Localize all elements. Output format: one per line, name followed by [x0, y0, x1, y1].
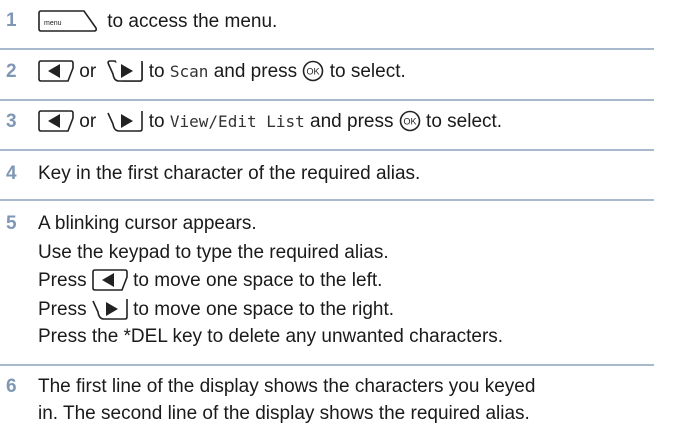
ok-key-icon: OK	[399, 110, 421, 139]
svg-text:OK: OK	[307, 67, 320, 77]
right-arrow-key-icon	[92, 298, 128, 327]
divider	[0, 199, 654, 201]
step-6-line-1: The first line of the display shows the …	[38, 376, 536, 397]
to-text: to	[148, 111, 165, 132]
step-text: to access the menu.	[107, 11, 278, 32]
divider	[0, 149, 654, 151]
left-arrow-key-icon	[38, 60, 74, 89]
step-number: 5	[6, 213, 17, 234]
step-5-line-3-tail: to move one space to the left.	[133, 270, 383, 291]
step-2-text: or to Scan and press OK to select.	[38, 60, 406, 89]
step-5-line-4-tail: to move one space to the right.	[133, 299, 395, 320]
svg-text:OK: OK	[403, 117, 416, 127]
step-5-line-2: Use the keypad to type the required alia…	[38, 242, 389, 263]
step-5-line-3: Press to move one space to the left.	[38, 269, 382, 298]
left-arrow-key-icon	[38, 110, 74, 139]
step-1-text: menu to access the menu.	[38, 10, 277, 39]
step-number: 1	[6, 10, 17, 31]
step-5-line-1: A blinking cursor appears.	[38, 213, 257, 234]
to-select-text: to select.	[329, 61, 406, 82]
to-text: to	[148, 61, 165, 82]
menu-target: Scan	[169, 62, 209, 81]
divider	[0, 99, 654, 101]
menu-target: View/Edit List	[169, 112, 305, 131]
divider	[0, 364, 654, 366]
step-number: 6	[6, 376, 17, 397]
or-text: or	[79, 111, 97, 132]
right-arrow-key-icon	[107, 60, 144, 89]
ok-key-icon: OK	[302, 60, 324, 89]
step-5-line-4: Press to move one space to the right.	[38, 298, 394, 327]
press-text: Press	[38, 270, 87, 291]
divider	[0, 48, 654, 50]
step-3-text: or to View/Edit List and press OK to sel…	[38, 110, 502, 139]
and-press-text: and press	[310, 111, 394, 132]
right-arrow-key-icon	[107, 110, 144, 139]
step-number: 2	[6, 61, 17, 82]
step-5-line-5: Press the *DEL key to delete any unwante…	[38, 326, 504, 347]
to-select-text: to select.	[426, 111, 503, 132]
left-arrow-key-icon	[92, 269, 128, 298]
step-6-line-2: in. The second line of the display shows…	[38, 403, 530, 424]
step-number: 3	[6, 111, 17, 132]
menu-key-icon: menu	[38, 10, 102, 39]
step-4-text: Key in the first character of the requir…	[38, 163, 421, 184]
or-text: or	[79, 61, 97, 82]
menu-key-label: menu	[44, 20, 62, 27]
and-press-text: and press	[213, 61, 298, 82]
step-number: 4	[6, 163, 17, 184]
press-text: Press	[38, 299, 87, 320]
